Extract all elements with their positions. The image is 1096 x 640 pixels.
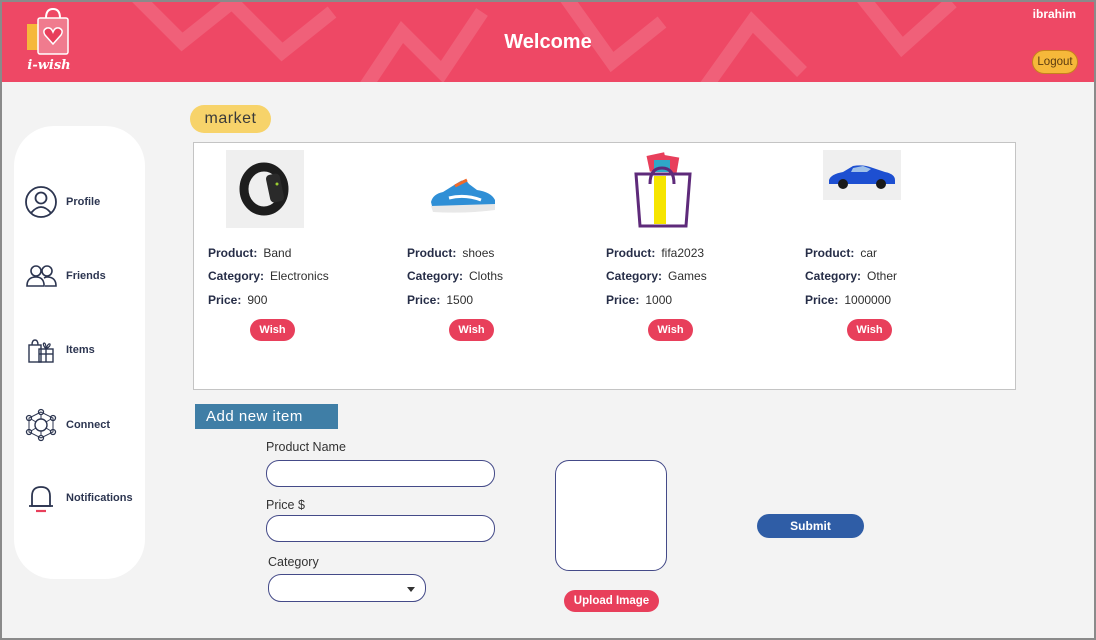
smart-band-image — [226, 150, 304, 228]
price-label: Price: — [208, 293, 242, 307]
sidebar-item-label: Items — [66, 344, 95, 356]
sidebar-item-profile[interactable]: Profile — [24, 185, 145, 219]
product-name-row: Product: shoes — [407, 246, 494, 260]
category-label: Category: — [606, 269, 663, 283]
price-input[interactable] — [266, 515, 495, 542]
product-price: 900 — [247, 293, 268, 307]
sidebar-item-label: Notifications — [66, 492, 133, 504]
product-name: Band — [263, 246, 292, 260]
sidebar-item-label: Profile — [66, 196, 101, 208]
category-select[interactable] — [268, 574, 426, 602]
price-label: Price: — [805, 293, 839, 307]
product-name-input[interactable] — [266, 460, 495, 487]
sidebar-item-friends[interactable]: Friends — [24, 259, 145, 293]
sidebar-item-label: Friends — [66, 270, 106, 282]
product-category-row: Category: Other — [805, 269, 897, 283]
product-category: Electronics — [270, 269, 329, 283]
product-card: Product: shoes Category: Cloths Price: 1500… — [393, 143, 588, 389]
sidebar: Profile Friends Items Connect Notificati… — [14, 126, 145, 579]
product-category-row: Category: Cloths — [407, 269, 503, 283]
product-card: Product: fifa2023 Category: Games Price: 10… — [592, 143, 787, 389]
product-price: 1000 — [645, 293, 673, 307]
username-label: ibrahim — [1032, 7, 1076, 21]
category-label: Category: — [805, 269, 862, 283]
product-card: Product: car Category: Other Price: 1000000… — [791, 143, 986, 389]
app-window: i-wish Welcome ibrahim Logout Profile Fr… — [0, 0, 1096, 640]
product-price: 1500 — [446, 293, 474, 307]
sidebar-item-notifications[interactable]: Notifications — [24, 481, 145, 515]
product-label: Product: — [208, 246, 258, 260]
top-header: i-wish Welcome ibrahim Logout — [2, 2, 1094, 82]
product-price-row: Price: 1500 — [407, 293, 473, 307]
product-label: Product: — [407, 246, 457, 260]
product-category-row: Category: Games — [606, 269, 707, 283]
product-name: shoes — [462, 246, 495, 260]
wish-button[interactable]: Wish — [449, 319, 494, 341]
product-category: Other — [867, 269, 898, 283]
product-price-row: Price: 1000 — [606, 293, 672, 307]
network-icon — [25, 408, 57, 442]
product-name-row: Product: fifa2023 — [606, 246, 704, 260]
product-category-row: Category: Electronics — [208, 269, 329, 283]
sneaker-image — [425, 150, 503, 228]
bell-icon — [29, 486, 53, 513]
chevron-down-icon — [407, 587, 415, 592]
category-label: Category: — [208, 269, 265, 283]
car-image — [823, 150, 901, 200]
product-name: car — [860, 246, 878, 260]
category-label: Category — [268, 555, 319, 569]
shopping-bag-image — [624, 150, 702, 228]
submit-button[interactable]: Submit — [757, 514, 864, 538]
price-label: Price: — [407, 293, 441, 307]
product-card: Product: Band Category: Electronics Price:… — [194, 143, 389, 389]
image-preview-box — [555, 460, 667, 571]
logo-text: i-wish — [27, 58, 71, 73]
product-price-row: Price: 900 — [208, 293, 267, 307]
price-label: Price: — [606, 293, 640, 307]
price-label: Price $ — [266, 498, 305, 512]
users-icon — [26, 265, 57, 287]
category-label: Category: — [407, 269, 464, 283]
upload-image-button[interactable]: Upload Image — [564, 590, 659, 612]
product-name-row: Product: car — [805, 246, 877, 260]
wish-button[interactable]: Wish — [250, 319, 295, 341]
gift-bags-icon — [28, 339, 54, 363]
product-name-label: Product Name — [266, 440, 346, 454]
sidebar-item-connect[interactable]: Connect — [24, 408, 145, 442]
sidebar-item-items[interactable]: Items — [24, 333, 145, 367]
wish-button[interactable]: Wish — [648, 319, 693, 341]
product-category: Games — [668, 269, 707, 283]
wish-button[interactable]: Wish — [847, 319, 892, 341]
product-category: Cloths — [469, 269, 504, 283]
market-heading: market — [190, 105, 271, 133]
product-label: Product: — [805, 246, 855, 260]
add-item-heading: Add new item — [195, 404, 338, 429]
sidebar-item-label: Connect — [66, 419, 110, 431]
page-title: Welcome — [504, 31, 592, 53]
market-panel: Product: Band Category: Electronics Price:… — [193, 142, 1016, 390]
product-name-row: Product: Band — [208, 246, 291, 260]
product-name: fifa2023 — [661, 246, 705, 260]
product-price-row: Price: 1000000 — [805, 293, 891, 307]
user-circle-icon — [25, 186, 57, 218]
product-label: Product: — [606, 246, 656, 260]
product-price: 1000000 — [844, 293, 892, 307]
logout-button[interactable]: Logout — [1032, 50, 1078, 74]
